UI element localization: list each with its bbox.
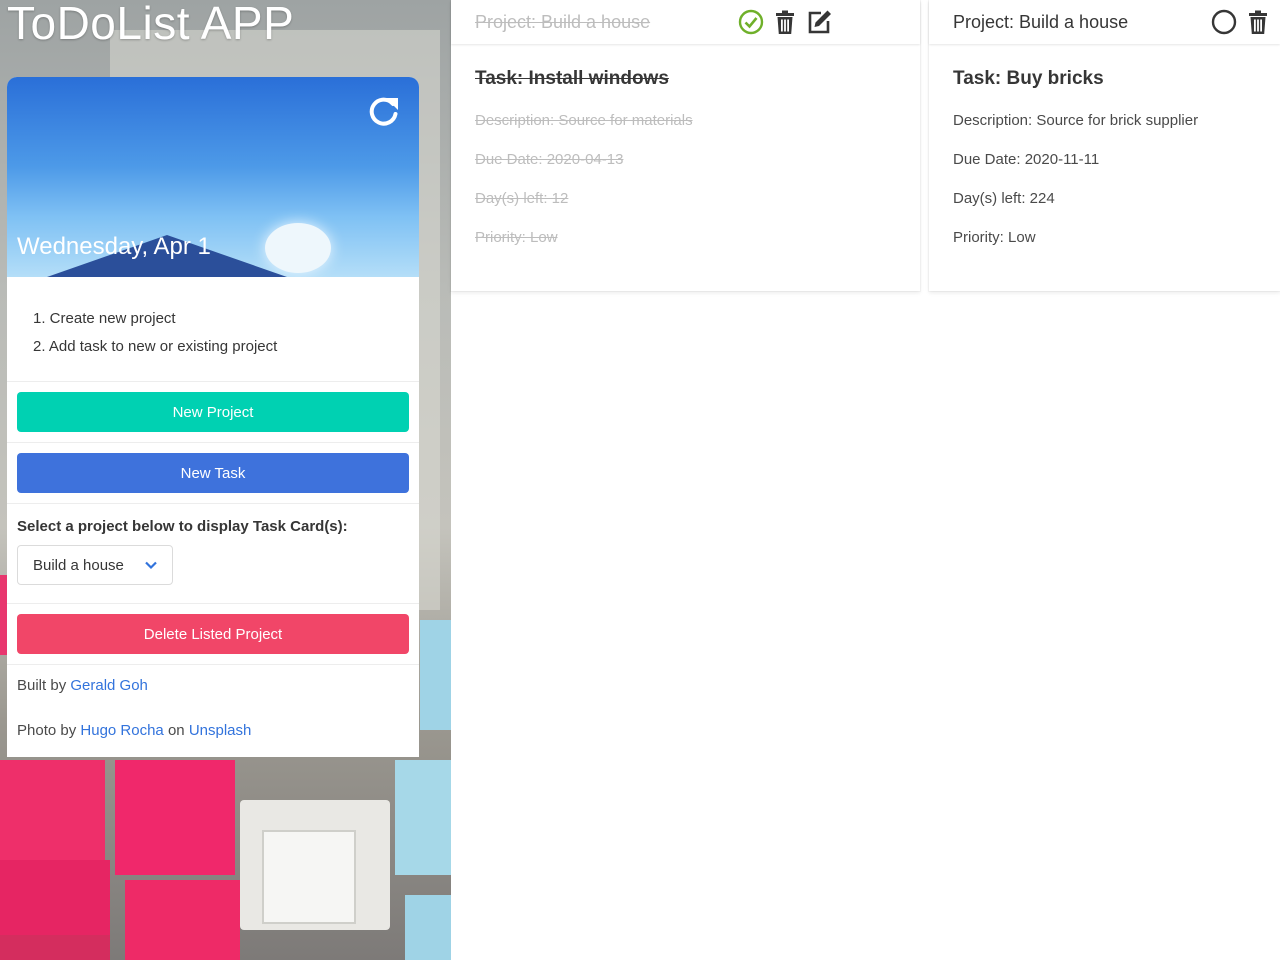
photographer-link[interactable]: Hugo Rocha bbox=[80, 722, 163, 739]
card-project-title: Project: Build a house bbox=[475, 11, 651, 32]
credit-text: Built by bbox=[17, 677, 71, 694]
task-description: Description: Source for materials bbox=[475, 112, 693, 129]
credit-text: Photo by bbox=[17, 722, 81, 739]
task-card-pending: Project: Build a house Task: Buy bricks … bbox=[929, 0, 1280, 291]
background-sticky-note bbox=[0, 935, 110, 960]
instructions-list: 1. Create new project 2. Add task to new… bbox=[7, 277, 419, 381]
current-date: Wednesday, Apr 1 bbox=[17, 233, 211, 260]
instruction-step: 2. Add task to new or existing project bbox=[33, 338, 278, 355]
new-project-button[interactable]: New Project bbox=[17, 392, 409, 432]
card-header: Project: Build a house bbox=[929, 0, 1280, 44]
task-days-left: Day(s) left: 224 bbox=[953, 190, 1055, 207]
empty-circle-icon[interactable] bbox=[1211, 9, 1237, 35]
trash-icon[interactable] bbox=[1245, 9, 1271, 35]
sidebar-card: Wednesday, Apr 1 1. Create new project 2… bbox=[7, 77, 419, 757]
task-priority: Priority: Low bbox=[953, 229, 1036, 246]
task-description: Description: Source for brick supplier bbox=[953, 112, 1199, 129]
background-sticky-note bbox=[395, 760, 451, 875]
task-due-date: Due Date: 2020-04-13 bbox=[475, 151, 624, 168]
date-hero-banner: Wednesday, Apr 1 bbox=[7, 77, 419, 277]
background-sticky-note bbox=[420, 620, 451, 730]
task-due-date: Due Date: 2020-11-11 bbox=[953, 151, 1100, 168]
built-by-credit: Built by Gerald Goh bbox=[17, 677, 409, 694]
card-actions bbox=[1211, 9, 1280, 35]
delete-project-button[interactable]: Delete Listed Project bbox=[17, 614, 409, 654]
project-select[interactable]: Build a house bbox=[17, 545, 173, 585]
project-select-section: Select a project below to display Task C… bbox=[7, 503, 419, 603]
refresh-icon[interactable] bbox=[367, 95, 401, 129]
card-project-title: Project: Build a house bbox=[953, 11, 1129, 32]
author-link[interactable]: Gerald Goh bbox=[70, 677, 148, 694]
card-body: Task: Install windows Description: Sourc… bbox=[451, 44, 920, 270]
selected-project-value: Build a house bbox=[33, 556, 124, 574]
background-sticky-note bbox=[115, 760, 235, 875]
new-project-section: New Project bbox=[7, 381, 419, 442]
unsplash-link[interactable]: Unsplash bbox=[189, 722, 252, 739]
check-circle-icon[interactable] bbox=[738, 9, 764, 35]
task-title: Task: Install windows bbox=[475, 68, 669, 89]
background-switch-plate bbox=[262, 830, 356, 924]
card-header: Project: Build a house bbox=[451, 0, 920, 44]
delete-project-section: Delete Listed Project bbox=[7, 603, 419, 664]
credits-section: Built by Gerald Goh Photo by Hugo Rocha … bbox=[7, 664, 419, 739]
task-card-completed: Project: Build a house Task: Install win… bbox=[451, 0, 920, 291]
trash-icon[interactable] bbox=[772, 9, 798, 35]
background-sticky-note bbox=[125, 880, 240, 960]
new-task-section: New Task bbox=[7, 442, 419, 503]
edit-icon[interactable] bbox=[806, 9, 832, 35]
credit-text: on bbox=[163, 722, 189, 739]
task-priority: Priority: Low bbox=[475, 229, 558, 246]
card-actions bbox=[738, 9, 920, 35]
instruction-step: 1. Create new project bbox=[33, 310, 176, 327]
task-days-left: Day(s) left: 12 bbox=[475, 190, 569, 207]
task-title: Task: Buy bricks bbox=[953, 68, 1104, 89]
app-title: ToDoList APP bbox=[7, 0, 295, 49]
photo-credit: Photo by Hugo Rocha on Unsplash bbox=[17, 722, 409, 739]
new-task-button[interactable]: New Task bbox=[17, 453, 409, 493]
project-select-label: Select a project below to display Task C… bbox=[17, 518, 348, 535]
chevron-down-icon bbox=[145, 561, 157, 570]
background-sticky-note bbox=[405, 895, 451, 960]
card-body: Task: Buy bricks Description: Source for… bbox=[929, 44, 1280, 270]
background-sticky-note bbox=[0, 760, 105, 860]
